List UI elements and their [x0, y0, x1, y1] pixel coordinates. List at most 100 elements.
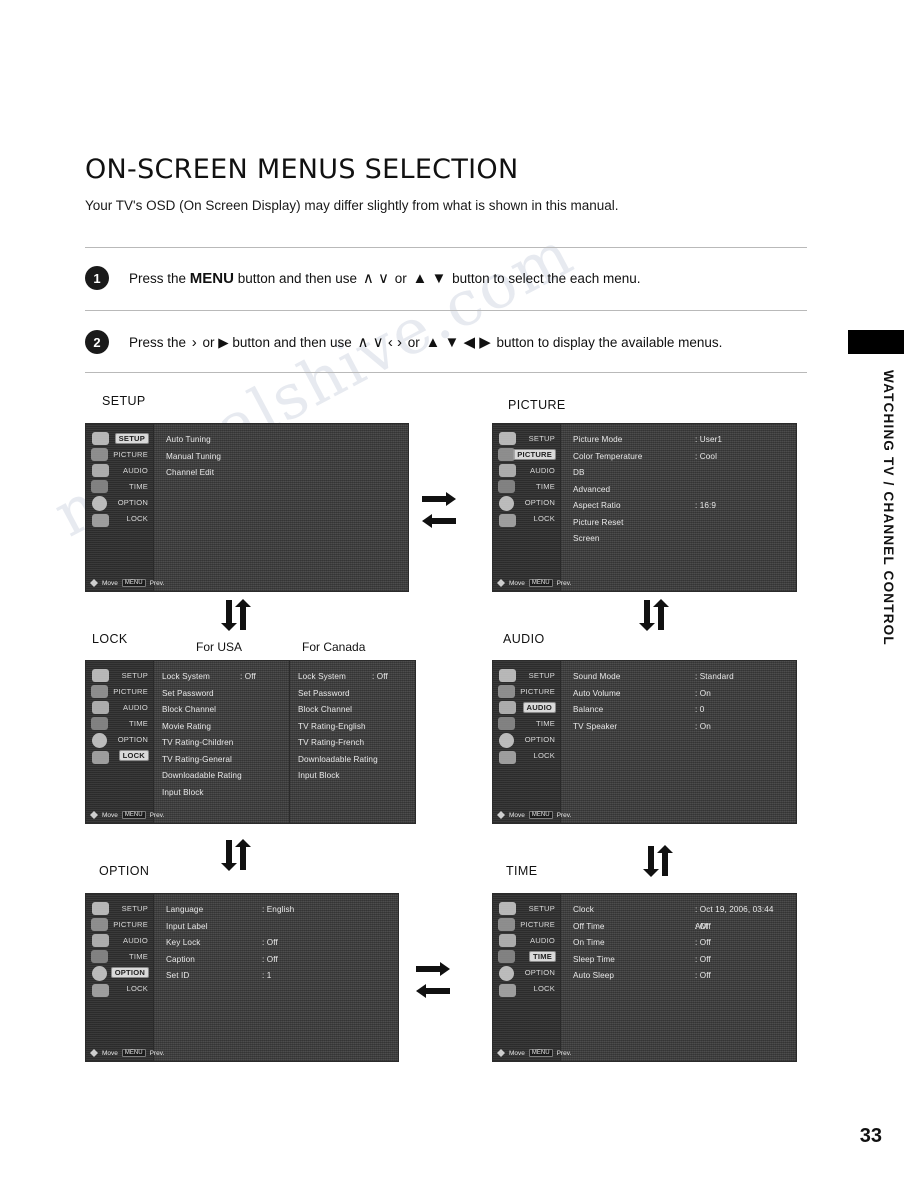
rail-icons — [497, 669, 527, 769]
rail-icons — [497, 902, 527, 1002]
rail-label-option: OPTION — [524, 497, 555, 507]
osd-row[interactable]: Language: English — [166, 902, 388, 919]
osd-row[interactable]: Key Lock: Off — [166, 935, 388, 952]
row-key: Block Channel — [162, 705, 217, 714]
osd-picture-rail[interactable]: SETUP PICTURE AUDIO TIME OPTION LOCK Mov… — [493, 424, 571, 591]
osd-row[interactable]: TV Rating-General — [162, 752, 285, 769]
row-key: Language — [166, 905, 204, 914]
label-picture: PICTURE — [508, 398, 566, 412]
osd-row[interactable]: Channel Edit — [166, 465, 398, 482]
setup-icon — [92, 432, 109, 445]
osd-row[interactable]: Aspect Ratio : 16:9 — [573, 498, 786, 515]
osd-row[interactable]: Picture Mode: User1 — [573, 432, 786, 449]
osd-row[interactable]: Auto Volume: On — [573, 686, 786, 703]
osd-row[interactable]: Auto Tuning — [166, 432, 398, 449]
row-key: Aspect Ratio — [573, 501, 621, 510]
osd-setup-rail[interactable]: SETUP PICTURE AUDIO TIME OPTION LOCK Mov… — [86, 424, 164, 591]
rail-label-option: OPTION — [117, 734, 148, 744]
osd-row[interactable]: DB — [573, 465, 786, 482]
move-icon — [497, 1049, 505, 1057]
rail-label-setup: SETUP — [528, 903, 555, 913]
caption-for-usa: For USA — [196, 640, 243, 654]
rail-label-audio: AUDIO — [122, 702, 148, 712]
step-2-or: or — [403, 335, 424, 350]
rail-label-audio: AUDIO — [122, 465, 148, 475]
osd-row[interactable]: Clock: Oct 19, 2006, 03:44 AM — [573, 902, 786, 931]
footer-move-label: Move — [509, 811, 525, 819]
osd-row[interactable]: Sound Mode: Standard — [573, 669, 786, 686]
osd-setup-body: Auto Tuning Manual Tuning Channel Edit — [154, 424, 408, 591]
osd-lock-canada: Lock System: Off Set Password Block Chan… — [289, 660, 416, 824]
osd-option-rail[interactable]: SETUP PICTURE AUDIO TIME OPTION LOCK Mov… — [86, 894, 164, 1061]
osd-row[interactable]: On Time: Off — [573, 935, 786, 952]
row-key: Clock — [573, 905, 594, 914]
footer-menu-key: MENU — [121, 579, 146, 587]
osd-row[interactable]: Auto Sleep: Off — [573, 968, 786, 985]
step-1-number: 1 — [85, 266, 109, 290]
row-key: DB — [573, 468, 585, 477]
footer-menu-key: MENU — [121, 811, 146, 819]
osd-row[interactable]: Sleep Time: Off — [573, 952, 786, 969]
row-key: Advanced — [573, 484, 611, 494]
row-value: : User1 — [695, 435, 723, 444]
row-key: Input Block — [162, 787, 204, 797]
osd-row[interactable]: Downloadable Rating — [162, 768, 285, 785]
setup-icon — [499, 669, 516, 682]
step-1-key: MENU — [189, 270, 234, 287]
rail-label-setup: SETUP — [121, 903, 148, 913]
option-icon — [92, 966, 107, 981]
osd-row[interactable]: Downloadable Rating — [298, 752, 411, 769]
osd-audio-rail[interactable]: SETUP PICTURE AUDIO TIME OPTION LOCK Mov… — [493, 661, 571, 823]
row-key: Key Lock — [166, 938, 201, 947]
osd-row[interactable]: Manual Tuning — [166, 449, 398, 466]
osd-time-rail[interactable]: SETUP PICTURE AUDIO TIME OPTION LOCK Mov… — [493, 894, 571, 1061]
row-value: : 16:9 — [695, 501, 717, 510]
osd-row[interactable]: Color Temperature: Cool — [573, 449, 786, 466]
osd-row[interactable]: Input Label — [166, 919, 388, 936]
osd-row[interactable]: Set Password — [162, 686, 285, 703]
row-value: : Standard — [695, 672, 734, 681]
osd-row[interactable]: Block Channel — [298, 702, 411, 719]
row-key: Screen — [573, 534, 600, 543]
osd-lock-usa: SETUP PICTURE AUDIO TIME OPTION LOCK Mov… — [85, 660, 290, 824]
row-key: Auto Volume — [573, 688, 621, 698]
option-icon — [499, 966, 514, 981]
osd-row[interactable]: Input Block — [162, 785, 285, 802]
osd-row[interactable]: Balance: 0 — [573, 702, 786, 719]
osd-row[interactable]: Lock System: Off — [162, 669, 285, 686]
osd-row[interactable]: Picture Reset — [573, 515, 786, 532]
osd-row[interactable]: Screen — [573, 531, 786, 548]
osd-row[interactable]: Block Channel — [162, 702, 285, 719]
audio-icon — [499, 701, 516, 714]
osd-row[interactable]: Set Password — [298, 686, 411, 703]
osd-row[interactable]: Input Block — [298, 768, 411, 785]
lock-icon — [92, 514, 109, 527]
label-time: TIME — [506, 864, 538, 878]
osd-row[interactable]: Advanced — [573, 482, 786, 499]
osd-row[interactable]: TV Rating-English — [298, 719, 411, 736]
osd-picture: SETUP PICTURE AUDIO TIME OPTION LOCK Mov… — [492, 423, 797, 592]
rail-label-lock: LOCK — [533, 750, 555, 760]
footer-move-label: Move — [509, 579, 525, 587]
divider-bottom — [85, 372, 807, 373]
osd-row[interactable]: TV Rating-French — [298, 735, 411, 752]
row-key: Set ID — [166, 971, 190, 980]
osd-row[interactable]: Off Time: Off — [573, 919, 786, 936]
lock-icon — [499, 514, 516, 527]
move-icon — [497, 811, 505, 819]
arrow-vertical-picture-audio — [634, 598, 674, 632]
osd-row[interactable]: Set ID: 1 — [166, 968, 388, 985]
intro-text: Your TV's OSD (On Screen Display) may di… — [85, 198, 619, 213]
osd-row[interactable]: Caption: Off — [166, 952, 388, 969]
osd-row[interactable]: Lock System: Off — [298, 669, 411, 686]
rail-label-lock: LOCK — [533, 513, 555, 523]
osd-row[interactable]: Movie Rating — [162, 719, 285, 736]
osd-lock-rail[interactable]: SETUP PICTURE AUDIO TIME OPTION LOCK Mov… — [86, 661, 164, 823]
osd-audio-body: Sound Mode: Standard Auto Volume: On Bal… — [561, 661, 796, 823]
osd-row[interactable]: TV Rating-Children — [162, 735, 285, 752]
osd-row[interactable]: TV Speaker: On — [573, 719, 786, 736]
step-2-number: 2 — [85, 330, 109, 354]
rail-label-setup: SETUP — [121, 670, 148, 680]
row-key: Set Password — [298, 688, 350, 698]
rail-label-setup: SETUP — [528, 433, 555, 443]
